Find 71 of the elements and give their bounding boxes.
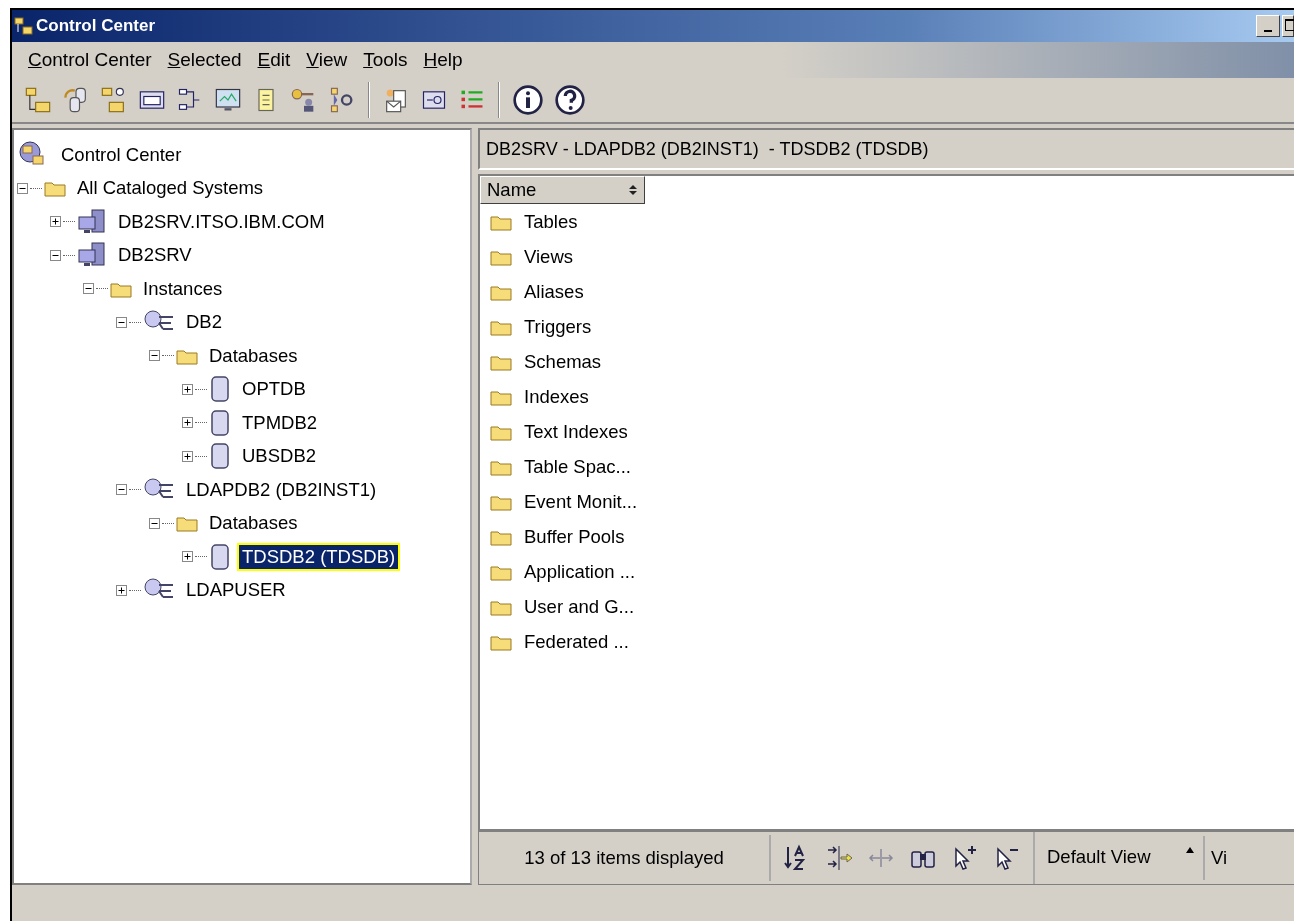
- expander-icon[interactable]: [50, 216, 61, 228]
- tree-item[interactable]: Databases: [204, 341, 303, 370]
- tree-item[interactable]: UBSDB2: [237, 442, 322, 471]
- list-item[interactable]: Table Spac...: [524, 455, 631, 478]
- list-item[interactable]: Event Monit...: [524, 490, 638, 513]
- menu-item[interactable]: View: [300, 47, 354, 73]
- column-header[interactable]: Name: [480, 176, 645, 204]
- list-item[interactable]: Views: [524, 245, 573, 268]
- minimize-button[interactable]: [1256, 15, 1280, 37]
- list-item[interactable]: User and G...: [524, 595, 634, 618]
- database-icon: [209, 543, 231, 570]
- tree-item[interactable]: Instances: [138, 274, 228, 303]
- expander-icon[interactable]: [17, 182, 28, 194]
- caret-icon: [1185, 846, 1195, 854]
- list-item[interactable]: Application ...: [524, 560, 636, 583]
- tree-item[interactable]: DB2SRV.ITSO.IBM.COM: [113, 207, 330, 236]
- view-field[interactable]: Vi: [1205, 847, 1228, 869]
- menu-item[interactable]: Selected: [161, 47, 248, 73]
- filter-arrows-icon[interactable]: [825, 844, 853, 872]
- list-item[interactable]: Text Indexes: [524, 420, 628, 443]
- computer-icon: [77, 208, 107, 235]
- help-icon[interactable]: [554, 84, 586, 116]
- expander-icon[interactable]: [182, 417, 193, 429]
- column-label: Name: [487, 179, 537, 201]
- expander-icon[interactable]: [50, 249, 61, 261]
- menu-item[interactable]: Tools: [357, 47, 414, 73]
- expander-icon[interactable]: [149, 517, 160, 529]
- tree-item[interactable]: All Cataloged Systems: [72, 174, 269, 203]
- maximize-button[interactable]: [1282, 15, 1294, 37]
- folder-tree-icon[interactable]: [24, 86, 52, 114]
- info-icon[interactable]: [512, 84, 544, 116]
- monitor-icon[interactable]: [214, 86, 242, 114]
- list-item[interactable]: Tables: [524, 210, 578, 233]
- window-title: Control Center: [36, 16, 155, 36]
- expander-icon[interactable]: [149, 350, 160, 362]
- expander-icon[interactable]: [83, 283, 94, 295]
- folder-icon: [44, 179, 66, 198]
- list-item[interactable]: Buffer Pools: [524, 525, 625, 548]
- expander-icon[interactable]: [116, 584, 127, 596]
- tree-item[interactable]: Control Center: [56, 140, 187, 169]
- tree-item[interactable]: TPMDB2: [237, 408, 323, 437]
- folders-icon: [14, 17, 34, 35]
- database-icon: [209, 443, 231, 470]
- view-dropdown[interactable]: Default View: [1035, 836, 1205, 880]
- menu-item[interactable]: Help: [417, 47, 469, 73]
- computer-icon: [77, 242, 107, 269]
- expander-icon[interactable]: [182, 383, 193, 395]
- tree-item[interactable]: TDSDB2 (TDSDB): [237, 542, 401, 571]
- expander-icon[interactable]: [116, 484, 127, 496]
- list-item[interactable]: Indexes: [524, 385, 589, 408]
- list-item[interactable]: Schemas: [524, 350, 602, 373]
- tree-item[interactable]: DB2SRV: [113, 241, 197, 270]
- sort-icon: [628, 184, 638, 196]
- path-bar: DB2SRV - LDAPDB2 (DB2INST1) - TDSDB2 (TDSDB): [478, 128, 1294, 170]
- tree-item[interactable]: OPTDB: [237, 375, 311, 404]
- list-item[interactable]: Federated ...: [524, 630, 629, 653]
- folder-icon: [176, 514, 198, 533]
- tree-item[interactable]: DB2: [181, 308, 227, 337]
- expander-icon[interactable]: [116, 316, 127, 328]
- list-item[interactable]: Triggers: [524, 315, 592, 338]
- expander-icon[interactable]: [182, 551, 193, 563]
- menu-item[interactable]: Edit: [251, 47, 297, 73]
- database-icon: [209, 409, 231, 436]
- database-icon: [209, 376, 231, 403]
- expander-icon[interactable]: [182, 450, 193, 462]
- list-item[interactable]: Aliases: [524, 280, 584, 303]
- tree-item[interactable]: LDAPDB2 (DB2INST1): [181, 475, 382, 504]
- tree-item[interactable]: Databases: [204, 509, 303, 538]
- item-count: 13 of 13 items displayed: [479, 835, 771, 881]
- tree-item[interactable]: LDAPUSER: [181, 576, 291, 605]
- menu-item[interactable]: Control Center: [22, 47, 158, 73]
